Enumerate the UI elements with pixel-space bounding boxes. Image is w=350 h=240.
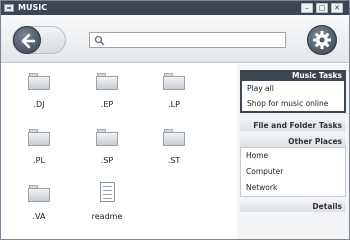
gear-icon: [313, 31, 331, 49]
other-places-box: Home Computer Network: [240, 147, 346, 197]
folder-icon: [95, 126, 119, 148]
play-all-link[interactable]: Play all: [247, 84, 274, 93]
explorer-window: MUSIC – □ ✕ .DJ .EP .LP .PL .SP .ST .VA …: [0, 0, 350, 240]
task-panel: Music Tasks Play all Shop for music onli…: [237, 64, 349, 239]
folder-icon: [27, 182, 51, 204]
item-label: .SP: [100, 156, 114, 165]
item-label: .LP: [168, 100, 180, 109]
details-header[interactable]: Details: [240, 201, 346, 212]
music-tasks-box: Play all Shop for music online: [240, 81, 346, 113]
folder-item[interactable]: .ST: [152, 126, 196, 176]
maximize-button[interactable]: □: [316, 3, 328, 13]
item-label: .ST: [167, 156, 181, 165]
folder-icon: [162, 70, 186, 92]
title-bar[interactable]: MUSIC – □ ✕: [1, 1, 349, 15]
folder-item[interactable]: .VA: [17, 182, 61, 232]
navigation-pill: [12, 26, 66, 54]
minimize-button[interactable]: –: [301, 3, 313, 13]
folder-icon: [27, 70, 51, 92]
item-label: .PL: [33, 156, 45, 165]
window-title: MUSIC: [18, 3, 48, 12]
folder-icon: [95, 70, 119, 92]
file-folder-tasks-header[interactable]: File and Folder Tasks: [240, 120, 346, 131]
document-item[interactable]: readme: [85, 182, 129, 232]
item-label: .EP: [100, 100, 114, 109]
folder-item[interactable]: .PL: [17, 126, 61, 176]
search-input[interactable]: [89, 32, 286, 48]
search-icon: [94, 35, 105, 46]
shop-music-online-link[interactable]: Shop for music online: [247, 99, 328, 108]
network-link[interactable]: Network: [246, 183, 277, 192]
item-label: readme: [91, 212, 123, 221]
item-label: .VA: [32, 212, 46, 221]
folder-item[interactable]: .LP: [152, 70, 196, 120]
window-app-icon: [4, 4, 14, 12]
music-tasks-header[interactable]: Music Tasks: [240, 70, 346, 81]
computer-link[interactable]: Computer: [246, 167, 283, 176]
other-places-header[interactable]: Other Places: [240, 136, 346, 147]
toolbar: [1, 15, 349, 63]
file-list: .DJ .EP .LP .PL .SP .ST .VA readme: [2, 64, 236, 239]
back-arrow-icon: [21, 33, 36, 49]
item-label: .DJ: [33, 100, 45, 109]
close-button[interactable]: ✕: [331, 3, 343, 13]
folder-icon: [162, 126, 186, 148]
folder-item[interactable]: .DJ: [17, 70, 61, 120]
settings-button[interactable]: [307, 25, 337, 55]
folder-item[interactable]: .EP: [85, 70, 129, 120]
document-icon: [95, 182, 119, 204]
folder-item[interactable]: .SP: [85, 126, 129, 176]
back-button[interactable]: [13, 26, 41, 54]
home-link[interactable]: Home: [246, 151, 268, 160]
folder-icon: [27, 126, 51, 148]
